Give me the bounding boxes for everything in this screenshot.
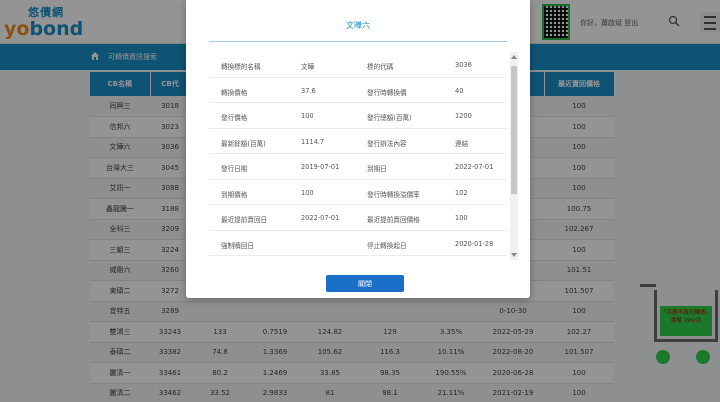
detail-label: 發行日期: [221, 165, 248, 173]
detail-label: 停止轉換起日: [367, 241, 407, 250]
detail-value: 1200: [455, 112, 472, 120]
modal-scrollbar[interactable]: [510, 52, 518, 260]
detail-row: 轉換價格 37.6 發行時轉換價 40: [209, 78, 507, 103]
detail-value: 100: [301, 112, 314, 120]
detail-label: 發行時轉換價: [367, 88, 407, 97]
modal-title: 文曄六: [346, 21, 370, 30]
detail-value: 2022-07-01: [301, 214, 340, 222]
detail-value: 100: [301, 188, 314, 197]
detail-row: 到期價格 100 發行時轉換溢價率 102: [209, 180, 507, 205]
detail-value: 3036: [455, 61, 472, 69]
detail-label: 強制贖回日: [221, 241, 254, 250]
detail-row: 最近提前賣回日 2022-07-01 最近提前賣回價格 100: [209, 205, 507, 231]
detail-value: 40: [455, 86, 464, 95]
detail-value[interactable]: 連結: [455, 138, 468, 148]
detail-value: 文曄: [301, 63, 315, 71]
detail-value: 2022-07-01: [455, 163, 494, 171]
detail-label: 發行辦法內容: [367, 139, 407, 148]
modal-detail-list[interactable]: 轉換標的名稱 文曄 標的代碼 3036 轉換價格 37.6 發行時轉換價 40 發行價格 100 發…: [209, 52, 507, 260]
detail-label: 標的代碼: [367, 63, 394, 71]
detail-label: 最近提前賣回價格: [367, 216, 420, 224]
detail-row: 轉換標的名稱 文曄 標的代碼 3036: [209, 52, 507, 78]
detail-value: 2019-07-01: [301, 163, 340, 171]
scroll-thumb[interactable]: [511, 66, 517, 194]
detail-row: 最新餘額(百萬) 1114.7 發行辦法內容 連結: [209, 129, 507, 154]
detail-value: 102: [455, 188, 468, 197]
detail-label: 轉換標的名稱: [221, 63, 261, 71]
detail-label: 到期價格: [221, 190, 248, 199]
scroll-down-icon[interactable]: [511, 253, 517, 257]
close-button[interactable]: 關閉: [326, 275, 404, 292]
scroll-up-icon[interactable]: [511, 55, 517, 59]
detail-value: 1114.7: [301, 137, 325, 146]
detail-value: 2020-01-28: [455, 239, 494, 248]
detail-label: 發行總額(百萬): [367, 114, 412, 122]
detail-value: 37.6: [301, 86, 316, 95]
detail-label: 最新餘額(百萬): [221, 139, 266, 148]
cb-detail-modal: 文曄六 轉換標的名稱 文曄 標的代碼 3036 轉換價格 37.6 發行時轉換價 40 發行價格…: [186, 0, 530, 298]
detail-label: 轉換價格: [221, 88, 248, 97]
detail-row: 發行價格 100 發行總額(百萬) 1200: [209, 103, 507, 129]
detail-label: 發行時轉換溢價率: [367, 190, 420, 199]
detail-value: 100: [455, 214, 468, 222]
detail-row: 強制贖回日 停止轉換起日 2020-01-28: [209, 231, 507, 256]
detail-label: 發行價格: [221, 114, 248, 122]
detail-label: 到期日: [367, 165, 387, 173]
detail-row: 發行日期 2019-07-01 到期日 2022-07-01: [209, 154, 507, 180]
detail-label: 最近提前賣回日: [221, 216, 268, 224]
